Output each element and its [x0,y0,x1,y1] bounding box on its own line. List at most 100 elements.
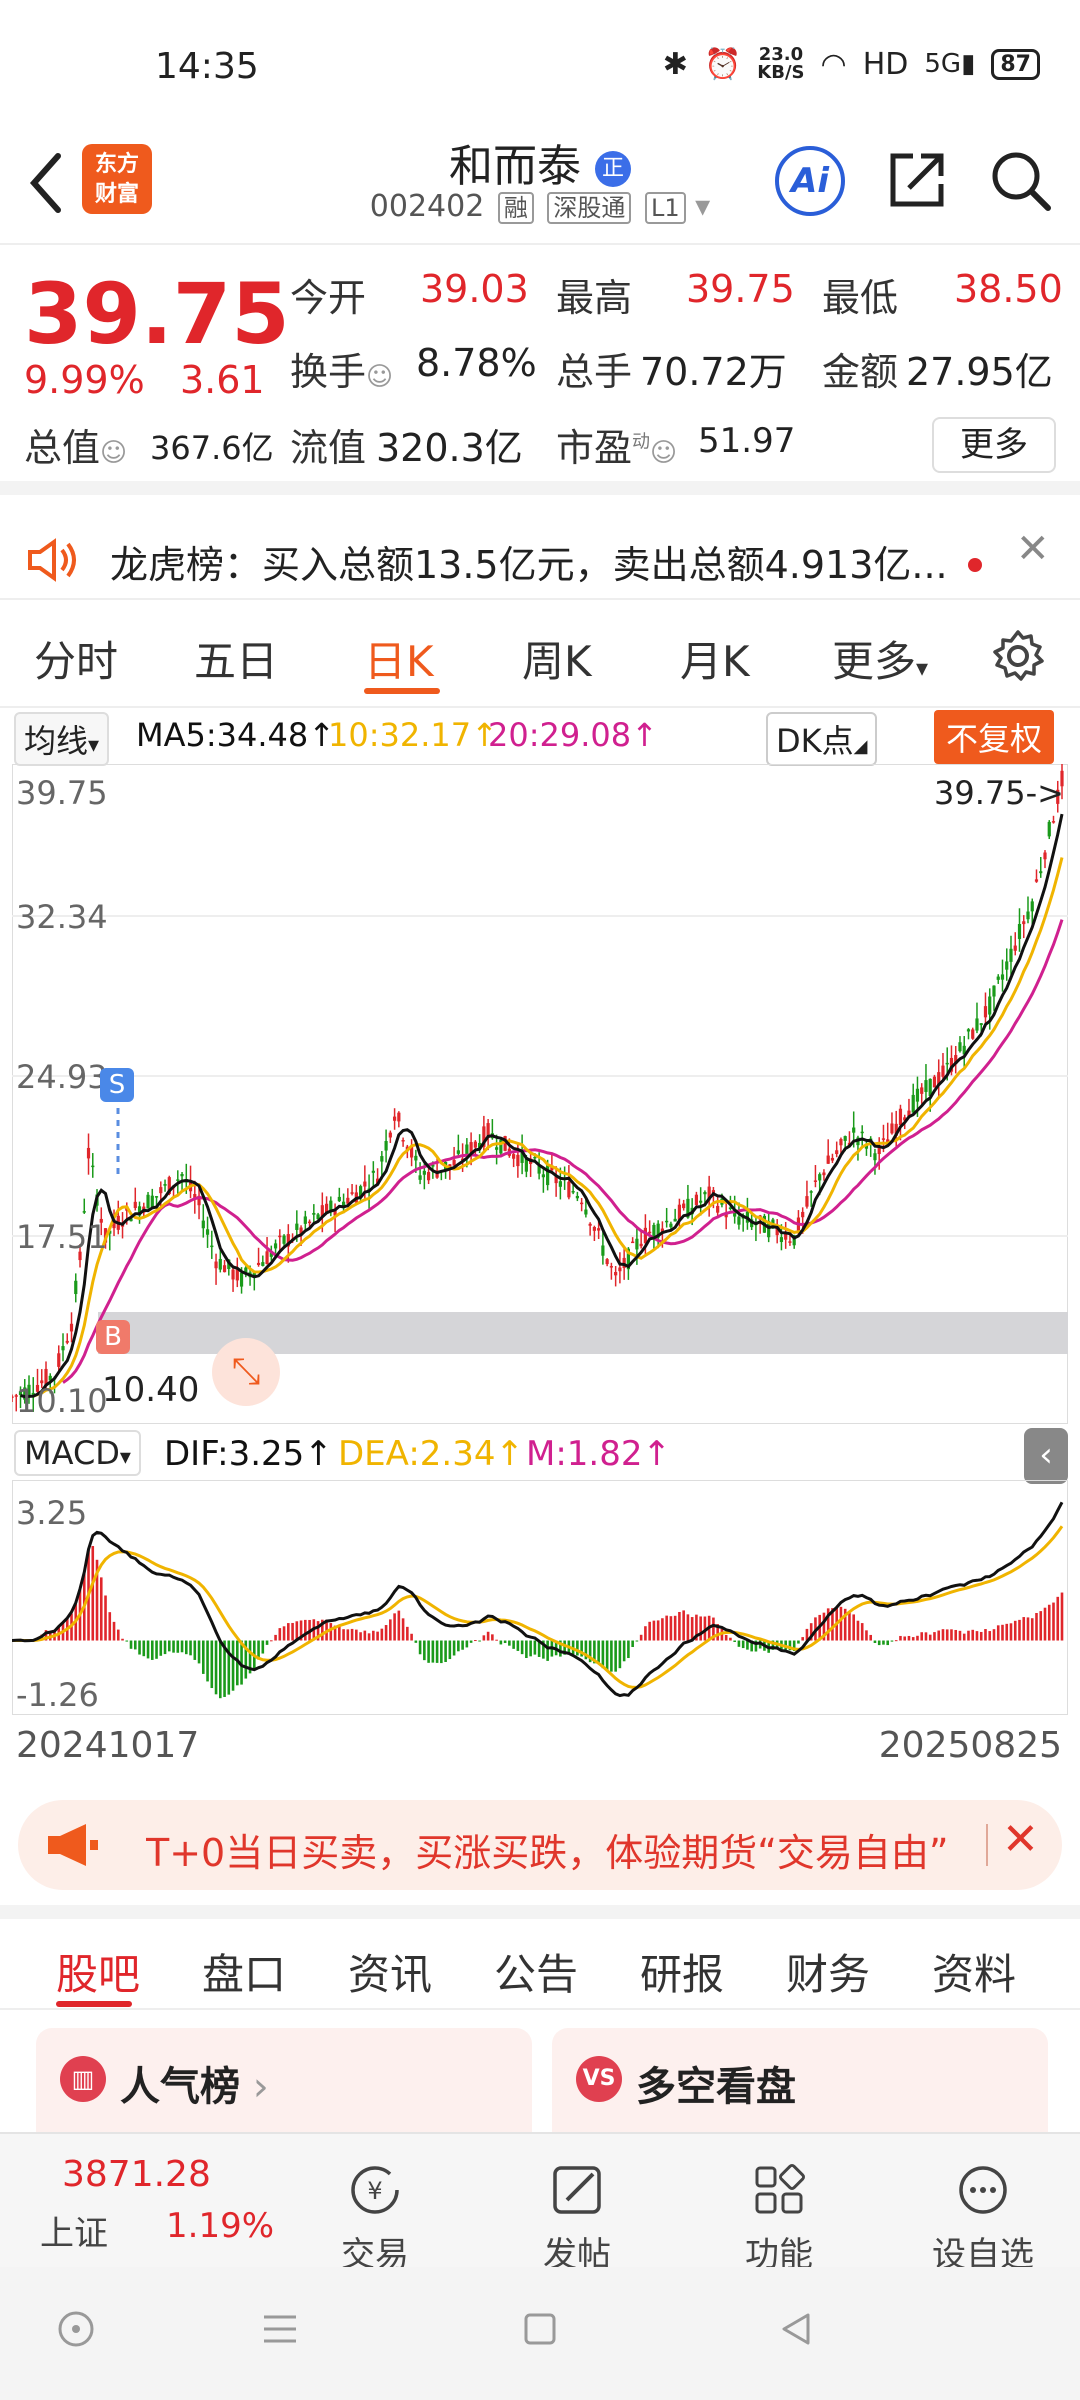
status-bar: 14:35 ✱ ⏰ 23.0 KB/S ◠ HD 5G▮ 87 [0,0,1080,130]
index-name[interactable]: 上证 [40,2206,108,2255]
wifi-icon: ◠ [820,46,847,82]
indicator-select[interactable]: 均线▾ [14,712,110,766]
svg-text:¥: ¥ [367,2177,382,2205]
low-price-mark: 10.40 [102,1370,200,1410]
macd-y-top: 3.25 [16,1494,88,1532]
index-percent[interactable]: 1.19% [166,2206,274,2246]
signal-icon: 5G▮ [924,49,976,79]
close-icon[interactable]: ✕ [1016,526,1050,572]
low-value: 38.50 [954,267,1063,311]
share-icon[interactable] [885,148,949,212]
post-button[interactable]: 发帖 [532,2162,622,2276]
ai-button[interactable]: Ai [775,146,845,216]
adjust-button[interactable]: 不复权 [934,710,1055,764]
open-value: 39.03 [420,267,529,311]
tab-orderbook[interactable]: 盘口 [202,1941,286,2002]
home-icon[interactable] [520,2309,560,2349]
low-label: 最低 [822,276,899,320]
ma20-label: 20:29.08↑ [488,716,658,754]
stock-name: 和而泰 [449,141,581,192]
change-amount: 3.61 [180,358,265,402]
tab-monthly-k[interactable]: 月K [680,628,750,689]
dif-label: DIF:3.25↑ [164,1434,333,1474]
tab-news[interactable]: 资讯 [348,1941,432,2002]
chart-bars-icon: ▥ [60,2056,106,2102]
back-icon[interactable] [776,2309,816,2349]
more-dots-icon [959,2166,1007,2214]
speaker-icon [28,538,76,582]
more-button[interactable]: 更多 [932,417,1056,473]
assistant-icon[interactable] [56,2309,96,2349]
bluetooth-icon: ✱ [662,46,688,82]
m-label: M:1.82↑ [526,1434,671,1474]
edit-icon [553,2166,601,2214]
macd-chart[interactable]: 3.25 -1.26 [10,1479,1069,1716]
mcap-label: 总值☺ [24,426,128,470]
add-watchlist-button[interactable]: 设自选 [918,2162,1048,2276]
kline-chart[interactable]: 39.75 32.34 24.93 17.51 10.10 39.75-> 10… [10,760,1069,1425]
search-icon[interactable] [988,148,1052,212]
y-label-2: 32.34 [16,898,108,936]
stock-header: 东方 财富 和而泰 正 002402 融 深股通 L1 ▾ Ai [0,130,1080,245]
notice-text: 龙虎榜：买入总额13.5亿元，卖出总额4.913亿... [110,543,948,587]
active-tab-indicator [364,688,440,694]
verified-badge: 正 [595,151,631,187]
status-icons: ✱ ⏰ 23.0 KB/S ◠ HD 5G▮ 87 [663,46,1040,82]
change-percent: 9.99% [24,358,145,402]
expand-icon[interactable]: ⤡ [212,1338,280,1406]
collapse-chevron-icon[interactable]: ‹ [1024,1428,1068,1484]
ma-legend-bar: 均线▾ MA5:34.48↑ 10:32.17↑ 20:29.08↑ DK点◢ … [0,708,1080,766]
promo-text: T+0当日买卖，买涨买跌，体验期货“交易自由” [146,1831,949,1875]
amount-value: 27.95亿 [906,350,1053,394]
megaphone-icon [48,1824,98,1866]
dif-line [11,1501,1064,1698]
margin-tag: 融 [497,192,534,224]
macd-select[interactable]: MACD▾ [14,1430,141,1476]
y-label-3: 24.93 [16,1058,108,1096]
tab-daily-k[interactable]: 日K [364,628,434,689]
y-label-4: 17.51 [16,1218,108,1256]
ma5-label: MA5:34.48↑ [136,716,336,754]
trade-button[interactable]: ¥ 交易 [330,2162,420,2276]
macd-y-bottom: -1.26 [16,1676,99,1714]
promo-close-icon[interactable]: ✕ [1002,1814,1039,1865]
y-label-low: 10.10 [16,1382,108,1420]
high-value: 39.75 [686,267,795,311]
notice-bar[interactable]: 龙虎榜：买入总额13.5亿元，卖出总额4.913亿... ✕ [0,510,1080,598]
bull-bear-card[interactable]: VS 多空看盘 [552,2028,1048,2132]
ma5-line [20,813,1064,1399]
tab-finance[interactable]: 财务 [786,1941,870,2002]
chart-period-tabs: 分时 五日 日K 周K 月K 更多▾ [0,598,1080,708]
functions-button[interactable]: 功能 [734,2162,824,2276]
tab-five-day[interactable]: 五日 [194,628,278,689]
tab-research[interactable]: 研报 [640,1941,724,2002]
section-tab-indicator [56,2001,132,2007]
tab-weekly-k[interactable]: 周K [522,628,592,689]
turnover-value: 8.78% [416,341,537,385]
tab-profile[interactable]: 资料 [932,1941,1016,2002]
dropdown-icon: ▾ [695,189,711,224]
net-speed: 23.0 KB/S [757,44,805,83]
pe-label: 市盈动☺ [556,426,678,470]
menu-icon[interactable] [260,2311,300,2347]
sell-marker[interactable]: S [100,1068,134,1102]
connect-tag: 深股通 [547,192,632,224]
index-value[interactable]: 3871.28 [62,2154,211,2195]
tab-announcements[interactable]: 公告 [494,1941,578,2002]
stock-code: 002402 [369,189,485,224]
settings-gear-icon[interactable] [990,628,1046,684]
dk-point-toggle[interactable]: DK点◢ [766,712,878,766]
tab-intraday[interactable]: 分时 [34,628,118,689]
high-label: 最高 [556,276,633,320]
quote-panel: 39.75 9.99% 3.61 今开 39.03 最高 39.75 最低 38… [0,245,1080,495]
volume-value: 70.72万 [640,350,787,394]
tab-more[interactable]: 更多▾ [832,628,928,689]
float-value: 320.3亿 [376,426,523,470]
bottom-toolbar: 3871.28 上证 1.19% ¥ 交易 发帖 功能 设自选 [0,2132,1080,2275]
amount-label: 金额 [822,350,899,394]
promo-banner[interactable]: T+0当日买卖，买涨买跌，体验期货“交易自由” ✕ [18,1800,1062,1890]
buy-marker[interactable]: B [96,1320,130,1354]
float-label: 流值 [290,426,367,470]
tab-forum[interactable]: 股吧 [56,1941,140,2002]
popularity-card[interactable]: ▥ 人气榜 › [36,2028,532,2132]
